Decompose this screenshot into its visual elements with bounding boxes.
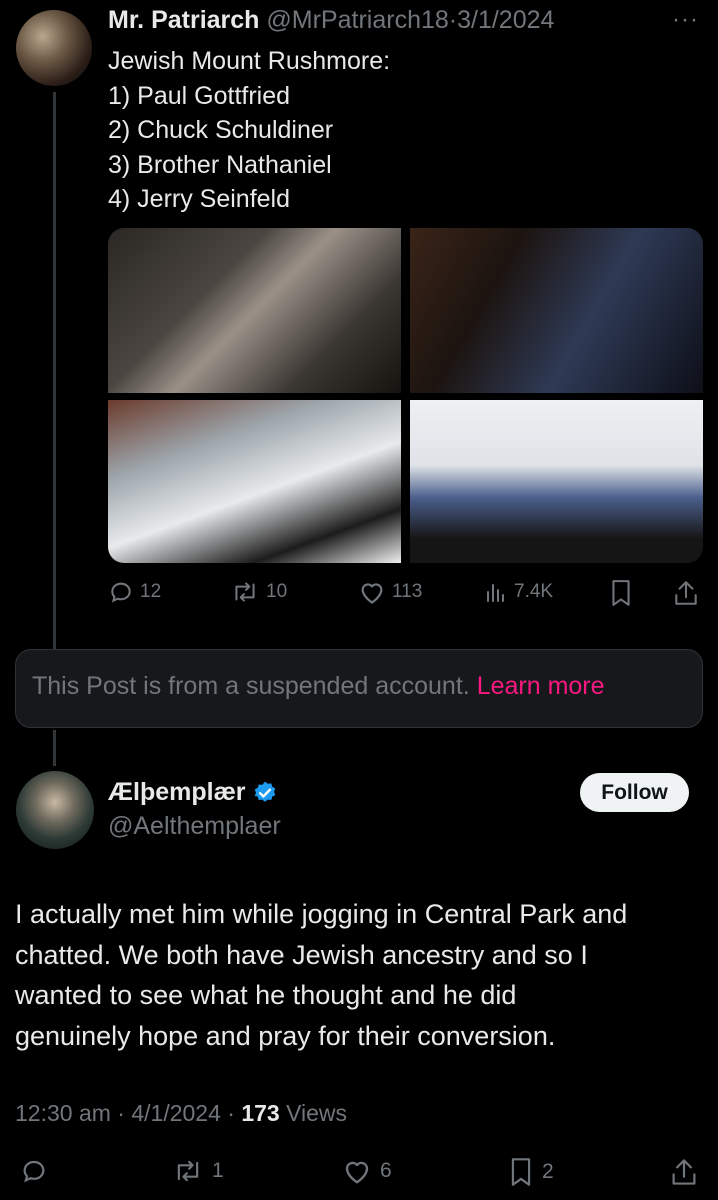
tweet-line: 4) Jerry Seinfeld <box>108 185 291 213</box>
avatar[interactable] <box>16 771 94 849</box>
views-count: 173 <box>241 1100 280 1126</box>
tweet-text: Jewish Mount Rushmore: 1) Paul Gottfried… <box>108 44 390 217</box>
repost-count: 1 <box>212 1159 224 1182</box>
heart-icon <box>345 1161 369 1184</box>
views-count: 7.4K <box>514 581 554 602</box>
author-handle[interactable]: @MrPatriarch18 <box>266 6 448 34</box>
tweet-text: I actually met him while jogging in Cent… <box>15 894 705 1056</box>
reply-button[interactable]: 12 <box>108 579 161 605</box>
tweet-line: 3) Brother Nathaniel <box>108 150 332 179</box>
separator-dot: · <box>448 6 458 34</box>
avatar[interactable] <box>16 10 92 86</box>
views-icon <box>487 584 504 602</box>
repost-button[interactable]: 10 <box>230 579 287 605</box>
bookmark-icon <box>511 1158 531 1186</box>
tweet-header: Mr. Patriarch @MrPatriarch18·3/1/2024 <box>108 6 554 35</box>
media-grid <box>108 228 703 563</box>
photo-3[interactable] <box>108 400 401 563</box>
author-name[interactable]: Ælþemplær <box>108 778 246 807</box>
learn-more-link[interactable]: Learn more <box>477 672 605 700</box>
author-handle[interactable]: @Aelthemplaer <box>108 812 281 841</box>
post-date[interactable]: 4/1/2024 <box>131 1100 221 1126</box>
tweet-line: genuinely hope and pray for their conver… <box>15 1020 556 1051</box>
tweet-line: Jewish Mount Rushmore: <box>108 47 391 75</box>
like-button[interactable]: 113 <box>358 579 422 605</box>
tweet-line: I actually met him while jogging in Cent… <box>15 899 628 929</box>
repost-count: 10 <box>266 581 288 602</box>
photo-2[interactable] <box>410 228 703 393</box>
separator-dot: · <box>227 1100 235 1126</box>
tweet-line: 2) Chuck Schuldiner <box>108 116 334 144</box>
like-count: 6 <box>380 1159 392 1182</box>
bookmark-button[interactable]: 2 <box>508 1157 554 1187</box>
tweet-line: 1) Paul Gottfried <box>108 81 291 110</box>
more-options-icon[interactable]: ··· <box>672 6 699 34</box>
like-count: 113 <box>392 581 423 602</box>
follow-button[interactable]: Follow <box>580 773 689 812</box>
reply-icon <box>23 1160 45 1183</box>
repost-icon <box>177 1160 199 1182</box>
suspended-notice: This Post is from a suspended account. L… <box>15 649 703 728</box>
reply-button[interactable] <box>20 1157 48 1185</box>
bookmark-icon <box>612 580 630 606</box>
thread-connector-line <box>53 92 56 652</box>
post-date[interactable]: 3/1/2024 <box>457 6 554 34</box>
separator-dot: · <box>117 1100 125 1126</box>
bookmark-button[interactable] <box>609 579 633 607</box>
like-button[interactable]: 6 <box>342 1157 392 1185</box>
tweet-line: wanted to see what he thought and he did <box>15 980 517 1010</box>
share-button[interactable] <box>670 1157 698 1187</box>
photo-4[interactable] <box>410 400 703 563</box>
thread-connector-line <box>53 730 56 766</box>
views-label: Views <box>286 1100 348 1126</box>
photo-1[interactable] <box>108 228 401 393</box>
heart-icon <box>361 583 383 604</box>
views-button[interactable]: 7.4K <box>484 579 553 605</box>
verified-badge-icon <box>254 781 275 802</box>
suspended-notice-text-wrap: This Post is from a suspended account. L… <box>32 672 605 701</box>
author-name-row: Ælþemplær <box>108 778 278 807</box>
share-button[interactable] <box>673 579 699 607</box>
share-icon <box>672 1159 696 1185</box>
repost-icon <box>235 582 255 602</box>
reply-icon <box>111 582 131 603</box>
repost-button[interactable]: 1 <box>172 1157 224 1185</box>
share-icon <box>675 581 697 605</box>
post-time[interactable]: 12:30 am <box>15 1100 111 1126</box>
bookmark-count: 2 <box>542 1160 554 1183</box>
reply-count: 12 <box>140 581 162 602</box>
tweet-line: chatted. We both have Jewish ancestry an… <box>15 939 588 970</box>
author-name[interactable]: Mr. Patriarch <box>108 6 259 34</box>
post-meta: 12:30 am · 4/1/2024 · 173 Views <box>15 1100 347 1127</box>
suspended-notice-text: This Post is from a suspended account. <box>32 672 470 700</box>
